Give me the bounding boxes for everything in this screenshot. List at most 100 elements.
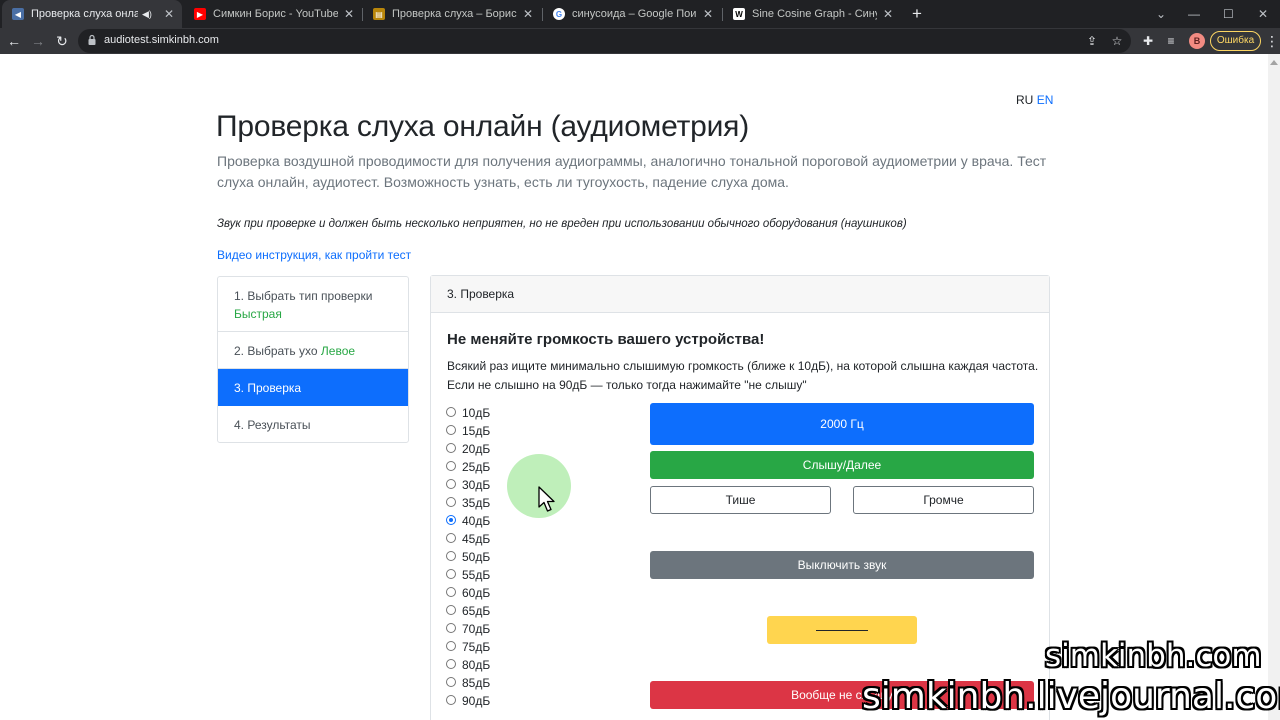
level-radio-55[interactable]: 55дБ — [446, 566, 490, 584]
step-test-active[interactable]: 3. Проверка — [218, 369, 408, 406]
google-favicon-icon: G — [553, 8, 565, 20]
lang-en-link[interactable]: EN — [1037, 93, 1054, 107]
level-radio-80[interactable]: 80дБ — [446, 656, 490, 674]
level-label: 90дБ — [462, 694, 491, 708]
forward-arrow-icon[interactable]: → — [28, 31, 48, 51]
radio-circle[interactable] — [446, 425, 456, 435]
radio-circle[interactable] — [446, 605, 456, 615]
address-bar[interactable]: audiotest.simkinbh.com ⇪ ☆ — [78, 29, 1131, 53]
radio-circle-checked[interactable] — [446, 515, 456, 525]
close-tab-icon[interactable]: ✕ — [164, 7, 174, 21]
quieter-button[interactable]: Тише — [650, 486, 831, 514]
mute-sound-button[interactable]: Выключить звук — [650, 551, 1034, 579]
more-menu-icon[interactable]: ⋮ — [1265, 31, 1279, 51]
level-radio-45[interactable]: 45дБ — [446, 530, 490, 548]
step-results[interactable]: 4. Результаты — [218, 406, 408, 442]
back-arrow-icon[interactable]: ← — [4, 31, 24, 51]
media-controls-icon[interactable]: ≡ — [1163, 33, 1179, 49]
share-icon[interactable]: ⇪ — [1084, 33, 1100, 49]
tab-hearing-test[interactable]: ◀ Проверка слуха онлайн (ау ◀) ✕ — [2, 0, 182, 28]
level-radio-60[interactable]: 60дБ — [446, 584, 490, 602]
profile-avatar[interactable]: B — [1189, 33, 1205, 49]
radio-circle[interactable] — [446, 461, 456, 471]
video-instruction-link[interactable]: Видео инструкция, как пройти тест — [217, 248, 411, 262]
radio-circle[interactable] — [446, 659, 456, 669]
step-label: 1. Выбрать тип проверки — [234, 289, 373, 303]
level-radio-25[interactable]: 25дБ — [446, 458, 490, 476]
radio-circle[interactable] — [446, 533, 456, 543]
level-label: 55дБ — [462, 568, 491, 582]
mouse-pointer-icon — [538, 486, 555, 512]
close-tab-icon[interactable]: ✕ — [344, 7, 354, 21]
page-lead-text: Проверка воздушной проводимости для полу… — [217, 153, 1047, 190]
level-label: 65дБ — [462, 604, 491, 618]
level-radio-20[interactable]: 20дБ — [446, 440, 490, 458]
placeholder-line — [816, 629, 868, 631]
level-label: 40дБ — [462, 514, 491, 528]
close-tab-icon[interactable]: ✕ — [703, 7, 713, 21]
radio-circle[interactable] — [446, 551, 456, 561]
radio-circle[interactable] — [446, 587, 456, 597]
page-title: Проверка слуха онлайн (аудиометрия) — [216, 110, 750, 143]
tab-title: Проверка слуха – Борис Симкин — [392, 8, 517, 20]
radio-circle[interactable] — [446, 479, 456, 489]
tab-search-chevron-icon[interactable]: ⌄ — [1156, 0, 1166, 28]
url-text: audiotest.simkinbh.com — [104, 34, 219, 46]
scroll-up-arrow-icon[interactable] — [1270, 60, 1278, 65]
radio-circle[interactable] — [446, 641, 456, 651]
hear-next-button[interactable]: Слышу/Далее — [650, 451, 1034, 479]
bookmark-star-icon[interactable]: ☆ — [1109, 33, 1125, 49]
browser-error-badge[interactable]: Ошибка — [1210, 31, 1261, 51]
level-label: 85дБ — [462, 676, 491, 690]
radio-circle[interactable] — [446, 443, 456, 453]
radio-circle[interactable] — [446, 569, 456, 579]
level-radio-40-selected[interactable]: 40дБ — [446, 512, 490, 530]
instructions-line-1: Всякий раз ищите минимально слышимую гро… — [447, 359, 1039, 373]
level-radio-30[interactable]: 30дБ — [446, 476, 490, 494]
tab-title: Симкин Борис - YouTube — [213, 8, 338, 20]
level-radio-90[interactable]: 90дБ — [446, 692, 490, 710]
steps-list: 1. Выбрать тип проверки Быстрая 2. Выбра… — [217, 276, 409, 443]
louder-button[interactable]: Громче — [853, 486, 1034, 514]
level-label: 25дБ — [462, 460, 491, 474]
radio-circle[interactable] — [446, 623, 456, 633]
extensions-puzzle-icon[interactable]: ✚ — [1140, 33, 1156, 49]
close-tab-icon[interactable]: ✕ — [523, 7, 533, 21]
level-radio-70[interactable]: 70дБ — [446, 620, 490, 638]
step-choose-ear[interactable]: 2. Выбрать ухо Левое — [218, 332, 408, 369]
level-radio-15[interactable]: 15дБ — [446, 422, 490, 440]
page-viewport: RU EN Проверка слуха онлайн (аудиометрия… — [0, 54, 1280, 720]
radio-circle[interactable] — [446, 695, 456, 705]
reload-icon[interactable]: ↻ — [52, 31, 72, 51]
close-window-icon[interactable]: ✕ — [1258, 0, 1268, 28]
level-radio-10[interactable]: 10дБ — [446, 404, 490, 422]
lang-ru-link[interactable]: RU — [1016, 93, 1033, 107]
level-radio-35[interactable]: 35дБ — [446, 494, 490, 512]
language-switcher: RU EN — [1016, 93, 1053, 107]
tab-google[interactable]: G синусоида – Google Поиск ✕ — [543, 0, 721, 28]
youtube-favicon-icon: ▶ — [194, 8, 206, 20]
level-radio-50[interactable]: 50дБ — [446, 548, 490, 566]
tab-blog[interactable]: ▤ Проверка слуха – Борис Симкин ✕ — [363, 0, 541, 28]
tab-wikipedia[interactable]: W Sine Cosine Graph - Синусоида ✕ — [723, 0, 901, 28]
level-radio-65[interactable]: 65дБ — [446, 602, 490, 620]
blog-favicon-icon: ▤ — [373, 8, 385, 20]
tab-youtube[interactable]: ▶ Симкин Борис - YouTube ✕ — [184, 0, 362, 28]
page-scrollbar[interactable] — [1268, 54, 1280, 720]
radio-circle[interactable] — [446, 677, 456, 687]
unlabeled-yellow-button[interactable] — [767, 616, 917, 644]
maximize-icon[interactable]: ☐ — [1223, 0, 1234, 28]
frequency-play-button[interactable]: 2000 Гц — [650, 403, 1034, 445]
card-heading: Не меняйте громкость вашего устройства! — [447, 331, 765, 348]
minimize-icon[interactable]: — — [1188, 0, 1200, 28]
level-radio-85[interactable]: 85дБ — [446, 674, 490, 692]
new-tab-plus-icon[interactable]: + — [906, 3, 928, 25]
step-value: Левое — [320, 344, 356, 358]
radio-circle[interactable] — [446, 497, 456, 507]
audio-playing-icon[interactable]: ◀) — [142, 9, 152, 20]
step-choose-test-type[interactable]: 1. Выбрать тип проверки Быстрая — [218, 277, 408, 332]
close-tab-icon[interactable]: ✕ — [883, 7, 893, 21]
radio-circle[interactable] — [446, 407, 456, 417]
instructions-line-2: Если не слышно на 90дБ — только тогда на… — [447, 378, 807, 392]
level-radio-75[interactable]: 75дБ — [446, 638, 490, 656]
